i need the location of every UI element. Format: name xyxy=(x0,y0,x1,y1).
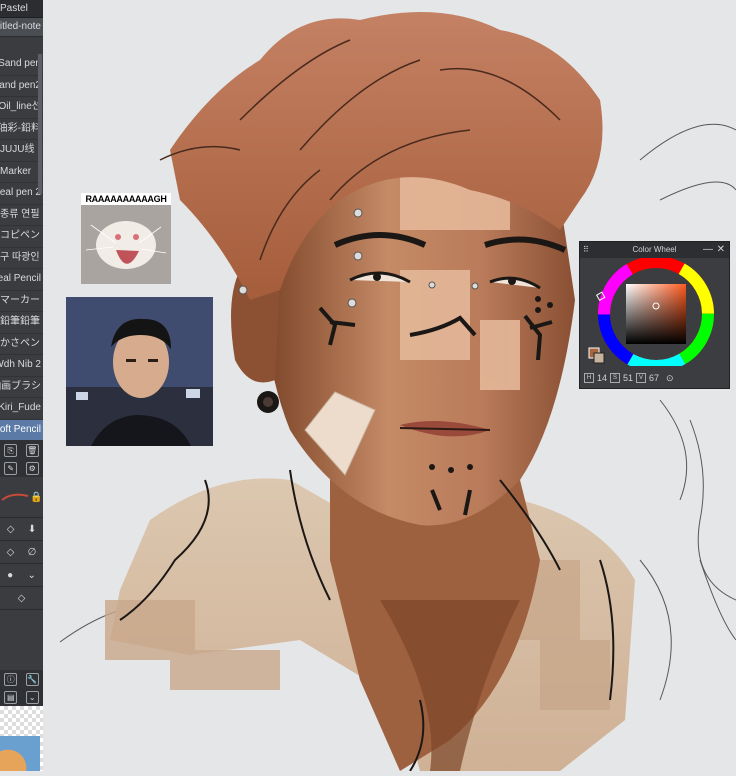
meme-caption: RAAAAAAAAAAGH xyxy=(81,193,171,205)
brush-item[interactable]: JUJU线 xyxy=(0,140,43,162)
brush-item[interactable]: マーカー xyxy=(0,291,43,312)
stepper-icon[interactable]: ◇ xyxy=(7,524,15,535)
copy-brush-button[interactable]: ⎘ xyxy=(4,443,18,457)
lock-icon[interactable]: 🔒 xyxy=(30,492,42,503)
mode-toggle-icon[interactable]: ⊙ xyxy=(666,373,674,384)
color-wheel-area xyxy=(588,258,714,366)
brush-item[interactable]: Marker xyxy=(0,162,43,183)
saturation-label: S xyxy=(610,373,621,383)
brush-item[interactable]: Kiri_Fude xyxy=(0,398,43,420)
brush-item[interactable]: コピペン xyxy=(0,226,43,248)
brush-item[interactable]: 구 따광인 xyxy=(0,248,43,269)
hsv-readout: H 14 S 51 V 67 ⊙ xyxy=(580,368,729,388)
brush-item-selected[interactable]: Soft Pencil xyxy=(0,419,43,441)
brush-size-control[interactable]: ◇ ⬇ xyxy=(0,518,43,541)
reference-portrait-photo[interactable] xyxy=(66,297,213,446)
brush-item[interactable]: 油彩-鉛料 xyxy=(0,119,43,140)
empty-property-area xyxy=(0,610,43,670)
tool-property-header: ✎ ⚙ xyxy=(0,459,43,477)
value-overlay xyxy=(626,284,686,344)
left-pupil xyxy=(373,273,381,281)
right-pupil xyxy=(508,277,516,285)
stepper-icon[interactable]: ◇ xyxy=(18,593,26,604)
stroke-preview-icon xyxy=(1,493,29,501)
saturation-value[interactable]: 51 xyxy=(623,373,633,383)
pen-icon[interactable]: ✎ xyxy=(4,461,18,475)
color-wheel-palette[interactable]: ⠿ Color Wheel — ✕ H 14 S 51 V 67 ⊙ xyxy=(579,241,730,389)
stabilization-control[interactable]: ◇ xyxy=(0,587,43,610)
brush-item[interactable]: Sand pen2 xyxy=(0,76,43,97)
minimize-button[interactable]: — xyxy=(703,242,713,258)
layer-icon[interactable]: ▤ xyxy=(4,690,18,704)
opacity-control[interactable]: ◇ ∅ xyxy=(0,541,43,564)
brush-item[interactable]: Wdh Nib 2 xyxy=(0,355,43,377)
wrench-icon[interactable]: 🔧 xyxy=(25,672,39,686)
hue-label: H xyxy=(584,373,594,383)
brush-item[interactable]: かさペン xyxy=(0,334,43,355)
brush-item[interactable]: 油画ブラシ xyxy=(0,377,43,398)
brush-stroke-preview: 🔒 xyxy=(0,477,43,518)
brush-item[interactable]: Sand pen xyxy=(0,54,43,76)
brush-item[interactable]: 종류 연필 xyxy=(0,205,43,226)
brush-item[interactable]: Oil_line선 xyxy=(0,97,43,119)
brush-list-scrollbar[interactable] xyxy=(38,54,42,194)
document-tab[interactable]: Untitled-note xyxy=(0,18,43,37)
reference-meme-image[interactable]: RAAAAAAAAAAGH xyxy=(81,193,171,284)
chevron-down-icon[interactable]: ⌄ xyxy=(25,690,39,704)
info-icon[interactable]: ⓘ xyxy=(4,672,18,686)
brush-item[interactable]: 鉛筆鉛筆 xyxy=(0,312,43,334)
close-button[interactable]: ✕ xyxy=(717,242,725,258)
value-label: V xyxy=(636,373,647,383)
no-entry-icon[interactable]: ∅ xyxy=(28,547,37,558)
brush-tip-control[interactable]: ● ⌄ xyxy=(0,564,43,587)
settings-icon[interactable]: ⚙ xyxy=(25,461,39,475)
color-wheel-titlebar[interactable]: ⠿ Color Wheel — ✕ xyxy=(580,242,729,258)
sub-tool-panel: Pastel Untitled-note Sand pen Sand pen2 … xyxy=(0,0,43,771)
navigator-header: ▤ ⌄ xyxy=(0,688,43,706)
brush-list-actions: ⎘ 🗑 xyxy=(0,441,43,459)
value-value[interactable]: 67 xyxy=(649,373,659,383)
hue-value[interactable]: 14 xyxy=(597,373,607,383)
brush-item[interactable]: Real pen 2 xyxy=(0,183,43,205)
brush-list: Sand pen Sand pen2 Oil_line선 油彩-鉛料 JUJU线… xyxy=(0,54,43,771)
portrait-picture xyxy=(66,297,213,446)
navigator-preview xyxy=(0,736,40,771)
dropdown-icon[interactable]: ⬇ xyxy=(28,524,36,535)
delete-brush-button[interactable]: 🗑 xyxy=(25,443,39,457)
property-footer: ⓘ 🔧 xyxy=(0,670,43,688)
stepper-icon[interactable]: ◇ xyxy=(7,547,15,558)
ear-gauge-inner xyxy=(263,397,273,407)
brush-item[interactable]: Real Pencil xyxy=(0,269,43,291)
sub-tool-group-header[interactable]: Pastel xyxy=(0,0,43,18)
screaming-rat-picture xyxy=(81,205,171,284)
chevron-down-icon[interactable]: ⌄ xyxy=(27,570,35,581)
navigator-thumbnail xyxy=(0,706,43,771)
sub-color-swatch[interactable] xyxy=(593,352,605,364)
brush-tip-icon: ● xyxy=(7,569,14,581)
